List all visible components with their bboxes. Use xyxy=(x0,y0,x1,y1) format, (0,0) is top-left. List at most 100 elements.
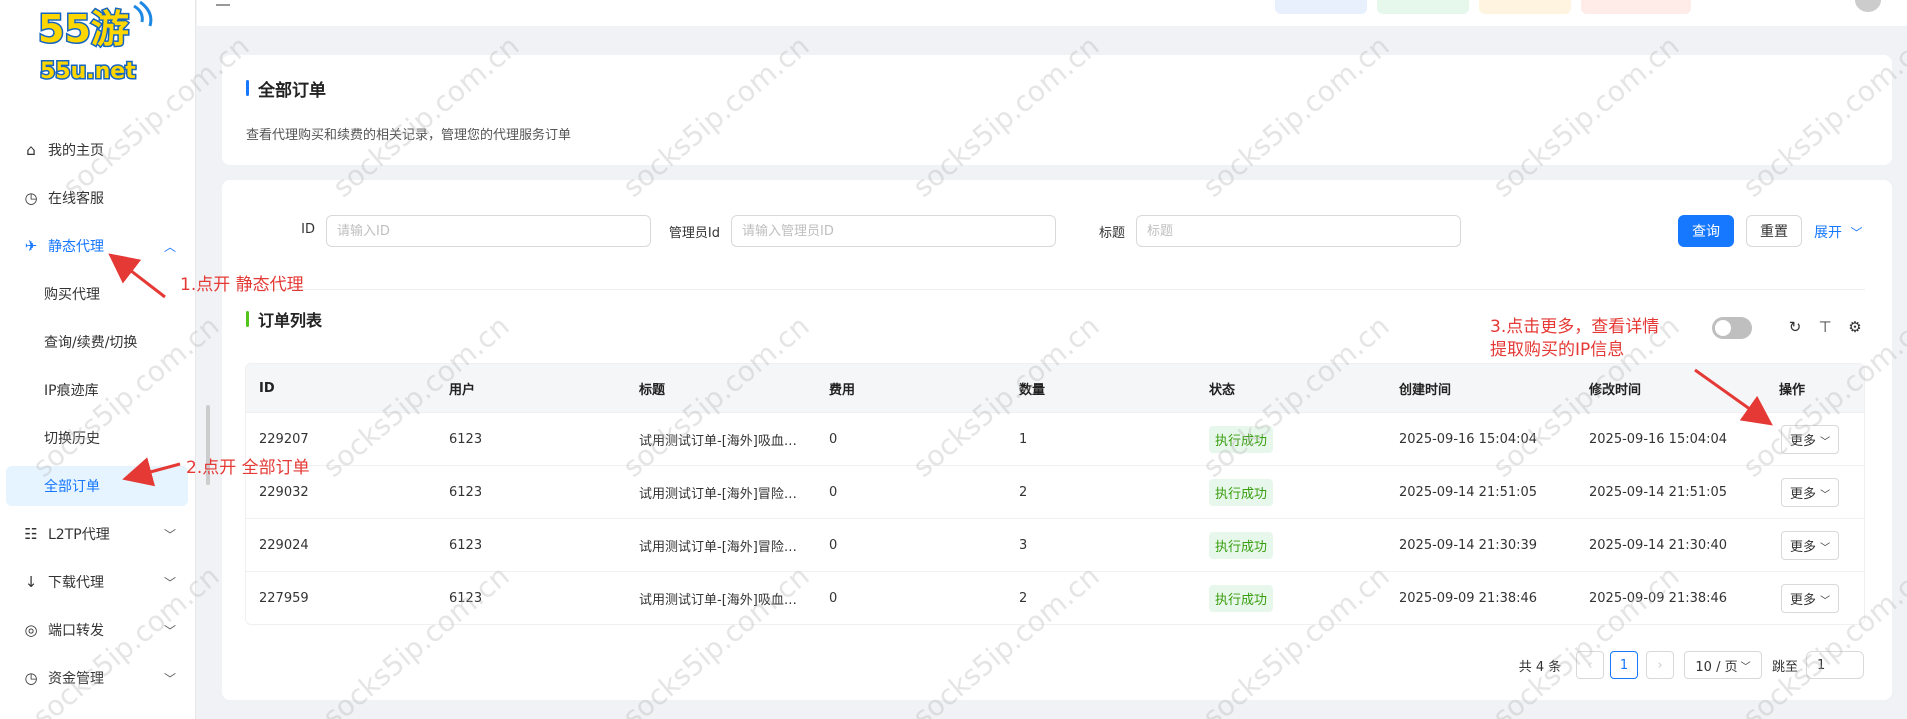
jump-page-input[interactable] xyxy=(1806,651,1864,679)
annotation-step2: 2.点开 全部订单 xyxy=(186,458,310,478)
reset-button[interactable]: 重置 xyxy=(1746,215,1802,247)
cell-id: 229024 xyxy=(259,537,309,553)
table-row: 229024 6123 试用测试订单-[海外]冒险… 0 3 执行成功 2025… xyxy=(246,518,1864,571)
annotation-step1: 1.点开 静态代理 xyxy=(180,275,304,295)
sidebar-subitem-switch-history[interactable]: 切换历史 xyxy=(0,418,196,458)
column-header-title[interactable]: 标题 xyxy=(639,364,665,412)
chevron-down-icon: ﹀ xyxy=(163,623,176,638)
filter-title-label: 标题 xyxy=(1098,226,1125,241)
cell-actions: 更多 ﹀ xyxy=(1781,413,1840,465)
site-logo[interactable]: 55游 55u.net xyxy=(34,0,154,92)
sidebar-subitem-all-orders[interactable]: 全部订单 xyxy=(6,466,188,506)
sidebar-item-label: 静态代理 xyxy=(48,239,104,255)
top-pill-4[interactable] xyxy=(1581,0,1691,14)
cell-fee: 0 xyxy=(829,431,838,447)
sidebar-subitem-query-renew[interactable]: 查询/续费/切换 xyxy=(0,322,196,362)
chevron-left-icon: ‹ xyxy=(1587,657,1593,673)
table-title-accent-bar xyxy=(246,311,249,327)
column-header-created[interactable]: 创建时间 xyxy=(1399,364,1451,412)
sidebar-item-label: 购买代理 xyxy=(44,287,100,303)
refresh-icon[interactable]: ↻ xyxy=(1786,318,1804,336)
logo-main-text: 55游 xyxy=(38,7,129,51)
logo-graphic: 55游 55u.net xyxy=(37,0,153,86)
clock-icon: ◷ xyxy=(24,669,38,687)
download-icon: ↓ xyxy=(24,573,38,591)
status-badge: 执行成功 xyxy=(1209,478,1274,506)
filter-admin-label: 管理员Id xyxy=(668,226,720,241)
more-label: 更多 xyxy=(1790,539,1817,555)
sidebar-item-port-forward[interactable]: ◎ 端口转发 ﹀ xyxy=(0,610,196,650)
cell-created: 2025-09-16 15:04:04 xyxy=(1399,431,1538,447)
pagination-next-button[interactable]: › xyxy=(1646,651,1674,679)
column-header-status[interactable]: 状态 xyxy=(1209,364,1235,412)
filter-admin-input[interactable] xyxy=(731,215,1056,247)
cell-created: 2025-09-14 21:30:39 xyxy=(1399,537,1538,553)
page-title: 全部订单 xyxy=(258,81,326,101)
cell-created: 2025-09-09 21:38:46 xyxy=(1399,590,1538,606)
sidebar-item-support[interactable]: ◷ 在线客服 xyxy=(0,178,196,218)
more-dropdown-button[interactable]: 更多 ﹀ xyxy=(1781,530,1840,560)
sidebar-item-label: 查询/续费/切换 xyxy=(44,335,138,351)
column-header-modified[interactable]: 修改时间 xyxy=(1589,364,1641,412)
sidebar-item-funds[interactable]: ◷ 资金管理 ﹀ xyxy=(0,658,196,698)
cell-modified: 2025-09-16 15:04:04 xyxy=(1589,431,1728,447)
filter-title-input[interactable] xyxy=(1136,215,1461,247)
top-pill-1[interactable] xyxy=(1275,0,1367,14)
clock-icon: ◷ xyxy=(24,189,38,207)
cell-quantity: 1 xyxy=(1019,431,1028,447)
cell-quantity: 2 xyxy=(1019,484,1028,500)
cell-status: 执行成功 xyxy=(1209,572,1274,624)
expand-link[interactable]: 展开 ﹀ xyxy=(1814,222,1862,242)
column-header-fee[interactable]: 费用 xyxy=(829,364,855,412)
settings-gear-icon[interactable]: ⚙ xyxy=(1846,318,1864,336)
page-size-label: 10 / 页 xyxy=(1695,659,1738,675)
cell-status: 执行成功 xyxy=(1209,519,1274,571)
sidebar-subitem-ip-trace[interactable]: IP痕迹库 xyxy=(0,370,196,410)
table-toggle-switch[interactable] xyxy=(1712,317,1752,339)
cell-id: 227959 xyxy=(259,590,309,606)
menu-toggle-icon[interactable] xyxy=(216,0,230,6)
chevron-down-icon: ﹀ xyxy=(163,527,176,542)
cell-status: 执行成功 xyxy=(1209,413,1274,465)
status-badge: 执行成功 xyxy=(1209,584,1274,612)
table-row: 229207 6123 试用测试订单-[海外]吸血… 0 1 执行成功 2025… xyxy=(246,412,1864,465)
more-dropdown-button[interactable]: 更多 ﹀ xyxy=(1781,477,1840,507)
top-pill-2[interactable] xyxy=(1377,0,1469,14)
column-header-quantity[interactable]: 数量 xyxy=(1019,364,1045,412)
chevron-up-icon: ︿ xyxy=(163,239,176,254)
pagination-prev-button[interactable]: ‹ xyxy=(1576,651,1604,679)
sidebar-item-label: L2TP代理 xyxy=(48,527,110,543)
page-size-select[interactable]: 10 / 页 ﹀ xyxy=(1684,651,1762,679)
column-header-user[interactable]: 用户 xyxy=(449,364,475,412)
chevron-down-icon: ﹀ xyxy=(163,671,176,686)
cell-fee: 0 xyxy=(829,590,838,606)
table-title: 订单列表 xyxy=(258,311,323,330)
more-dropdown-button[interactable]: 更多 ﹀ xyxy=(1781,583,1840,613)
query-button[interactable]: 查询 xyxy=(1678,215,1734,247)
column-height-icon[interactable]: ⊤ xyxy=(1816,318,1834,336)
cell-fee: 0 xyxy=(829,537,838,553)
filter-id-input[interactable] xyxy=(326,215,651,247)
status-badge: 执行成功 xyxy=(1209,531,1274,559)
column-header-id[interactable]: ID xyxy=(259,364,275,412)
sidebar-item-static-proxy[interactable]: ✈ 静态代理 ︿ xyxy=(0,226,196,266)
chevron-down-icon: ﹀ xyxy=(1820,436,1831,448)
annotation-step3-line2: 提取购买的IP信息 xyxy=(1490,340,1625,360)
annotation-step3-line1: 3.点击更多，查看详情 xyxy=(1490,317,1660,337)
sidebar-subitem-buy-proxy[interactable]: 购买代理 xyxy=(0,274,196,314)
more-label: 更多 xyxy=(1790,486,1817,502)
top-pill-3[interactable] xyxy=(1479,0,1571,14)
sidebar-item-download-proxy[interactable]: ↓ 下载代理 ﹀ xyxy=(0,562,196,602)
cell-modified: 2025-09-09 21:38:46 xyxy=(1589,590,1728,606)
sidebar-item-l2tp[interactable]: ☷ L2TP代理 ﹀ xyxy=(0,514,196,554)
sidebar-item-home[interactable]: ⌂ 我的主页 xyxy=(0,130,196,170)
expand-link-label: 展开 xyxy=(1814,225,1842,241)
sidebar-item-label: 资金管理 xyxy=(48,671,104,687)
more-dropdown-button[interactable]: 更多 ﹀ xyxy=(1781,424,1840,454)
chevron-down-icon: ﹀ xyxy=(1740,661,1751,673)
jump-label: 跳至 xyxy=(1771,659,1798,675)
pagination-page-1[interactable]: 1 xyxy=(1610,651,1638,679)
filter-id-label: ID xyxy=(301,222,315,237)
cell-title: 试用测试订单-[海外]吸血… xyxy=(639,433,797,449)
network-icon: ☷ xyxy=(24,525,38,543)
